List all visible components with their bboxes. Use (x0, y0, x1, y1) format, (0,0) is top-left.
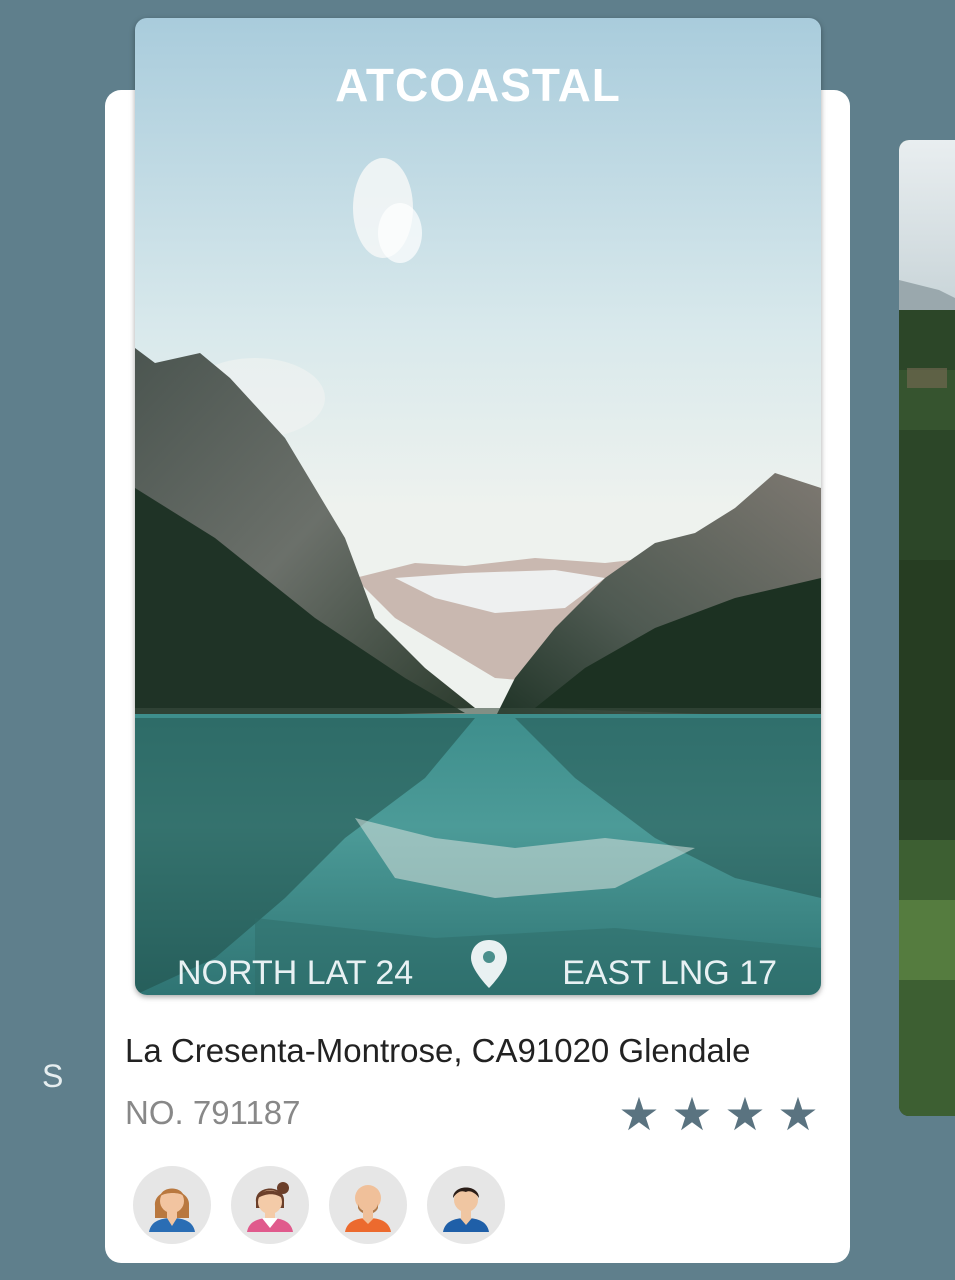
female-avatar-2-icon[interactable] (231, 1166, 309, 1244)
location-number: NO. 791187 (125, 1094, 301, 1131)
next-location-card[interactable] (899, 140, 955, 1116)
visitor-avatars (133, 1166, 513, 1244)
address-text: La Cresenta-Montrose, CA91020 Glendale (125, 1032, 751, 1069)
star-icon: ★ (618, 1088, 660, 1140)
female-avatar-icon[interactable] (133, 1166, 211, 1244)
north-latitude: NORTH LAT 24 (177, 954, 414, 992)
location-photo[interactable]: ATCOASTAL NORTH LAT 24 EAST LNG 17 (135, 18, 821, 995)
star-icon: ★ (724, 1088, 766, 1140)
bald-male-avatar-icon[interactable] (329, 1166, 407, 1244)
star-icon: ★ (777, 1088, 819, 1140)
coordinates-bar: NORTH LAT 24 EAST LNG 17 (135, 938, 821, 994)
next-card-title-fragment: S (42, 1058, 64, 1094)
location-pin-icon[interactable] (469, 938, 509, 990)
lake-mountain-image (135, 18, 821, 995)
next-card-image (899, 140, 955, 1116)
star-icon: ★ (671, 1088, 713, 1140)
star-rating: ★ ★ ★ ★ (615, 1090, 825, 1140)
east-longitude: EAST LNG 17 (562, 954, 777, 992)
screen: S ATCOASTAL NORTH LAT 24 EAST LNG 17 La … (0, 0, 955, 1280)
location-title: ATCOASTAL (335, 59, 621, 111)
male-avatar-icon[interactable] (427, 1166, 505, 1244)
